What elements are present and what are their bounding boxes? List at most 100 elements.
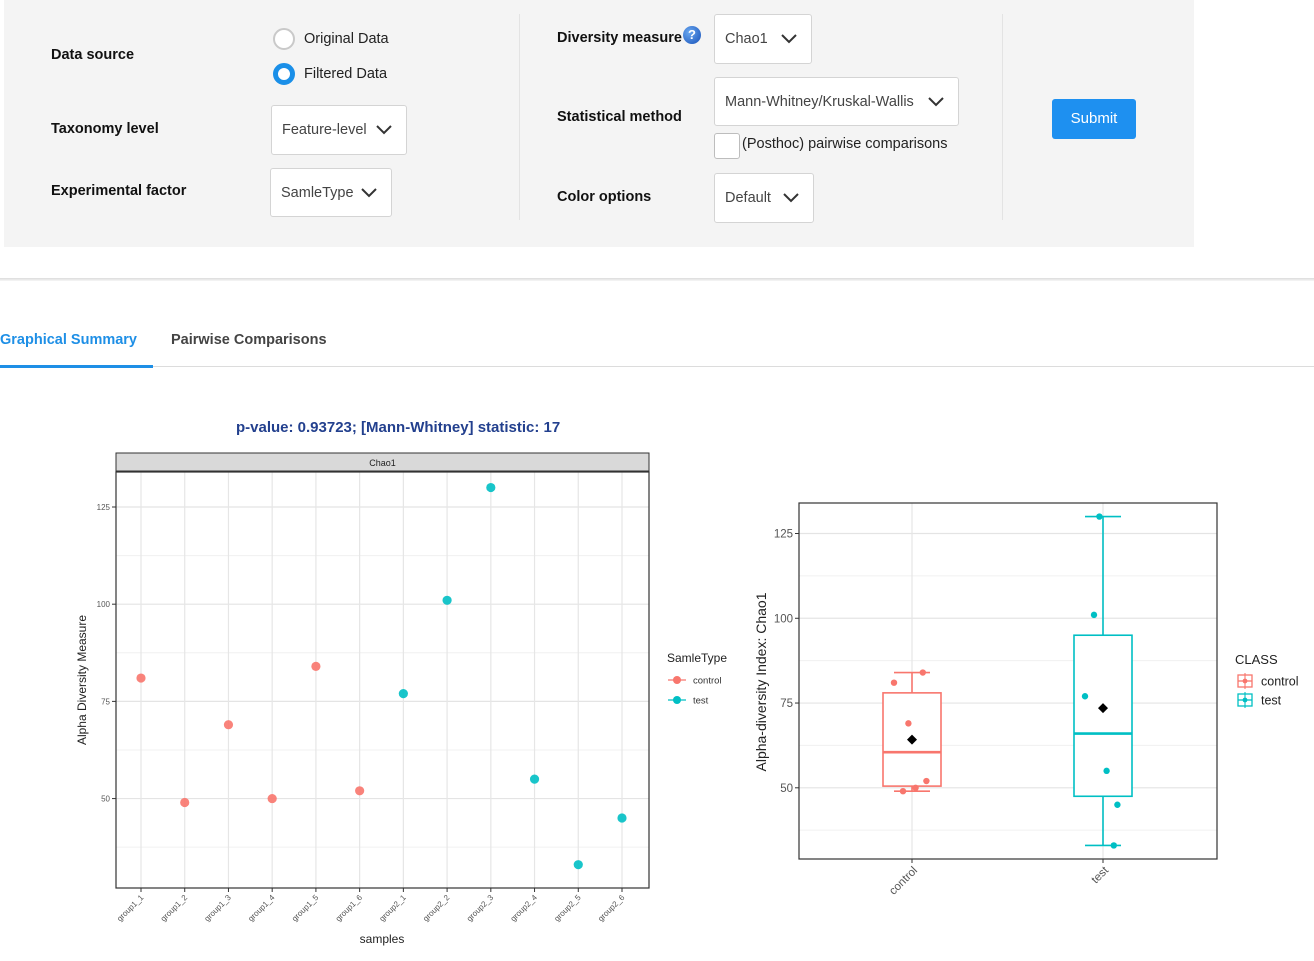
taxonomy-level-label: Taxonomy level <box>51 121 159 137</box>
legend-title: SamleType <box>667 651 727 665</box>
statistical-method-select[interactable]: Mann-Whitney/Kruskal-Wallis <box>714 77 959 126</box>
data-point <box>919 669 926 676</box>
chevron-down-icon <box>361 187 377 197</box>
chevron-down-icon <box>928 96 944 106</box>
data-point <box>905 720 912 727</box>
original-data-radio[interactable] <box>273 28 295 50</box>
data-point <box>899 787 907 795</box>
y-tick-label: 125 <box>774 529 793 541</box>
color-options-label: Color options <box>557 189 652 205</box>
experimental-factor-select[interactable]: SamleType <box>270 168 392 217</box>
statistical-method-value: Mann-Whitney/Kruskal-Wallis <box>725 93 914 110</box>
y-tick-label: 100 <box>774 613 793 625</box>
legend-key-point <box>1242 678 1248 684</box>
data-point <box>267 793 277 804</box>
data-source-label: Data source <box>51 47 135 63</box>
experimental-factor-label: Experimental factor <box>51 183 187 199</box>
x-tick-label: group2_2 <box>421 893 452 924</box>
chevron-down-icon <box>781 34 797 44</box>
diversity-measure-label: Diversity measure <box>557 30 682 46</box>
section-divider <box>0 278 1314 281</box>
chevron-down-icon <box>783 193 799 203</box>
x-tick-label: group1_5 <box>290 893 321 924</box>
data-point <box>1114 801 1121 808</box>
plot-area <box>799 503 1217 859</box>
x-tick-label: group1_3 <box>203 893 234 924</box>
y-axis-label: Alpha Diversity Measure <box>75 615 89 745</box>
data-point <box>180 797 190 808</box>
legend-label: control <box>1261 675 1299 689</box>
x-tick-label: group2_6 <box>596 893 627 924</box>
y-tick-label: 75 <box>101 697 110 706</box>
tab-graphical-summary[interactable]: Graphical Summary <box>0 332 137 348</box>
diversity-measure-select[interactable]: Chao1 <box>714 14 812 64</box>
data-point <box>442 595 452 605</box>
tab-bar <box>0 366 1314 367</box>
color-options-value: Default <box>725 190 771 206</box>
original-data-label[interactable]: Original Data <box>304 31 389 47</box>
column-divider <box>519 14 520 220</box>
data-point <box>923 777 930 785</box>
y-tick-label: 125 <box>97 503 111 512</box>
y-axis-label: Alpha-diversity Index: Chao1 <box>753 592 769 771</box>
facet-title: Chao1 <box>369 458 396 468</box>
posthoc-checkbox[interactable] <box>714 133 740 159</box>
legend-key <box>673 676 681 684</box>
sample-diversity-chart: 50 75 100 125 group1_1 group1_2 group1_3 group1… <box>75 452 727 946</box>
data-point <box>573 860 583 870</box>
submit-button[interactable]: Submit <box>1052 99 1136 139</box>
posthoc-label[interactable]: (Posthoc) pairwise comparisons <box>742 136 948 152</box>
legend-label: test <box>1261 694 1282 708</box>
data-point <box>529 774 540 784</box>
y-tick-label: 75 <box>780 698 793 710</box>
x-tick-label: test <box>1090 864 1112 886</box>
y-tick-label: 50 <box>101 795 110 804</box>
y-tick-label: 50 <box>780 783 793 795</box>
color-options-select[interactable]: Default <box>714 173 814 223</box>
data-point <box>311 661 321 671</box>
x-tick-label: group2_3 <box>465 893 496 924</box>
active-tab-indicator <box>0 365 153 368</box>
data-point <box>223 720 234 730</box>
taxonomy-level-select[interactable]: Feature-level <box>271 105 407 155</box>
x-axis-label: samples <box>360 932 405 946</box>
x-tick-label: group1_1 <box>115 893 146 924</box>
experimental-factor-value: SamleType <box>281 184 354 201</box>
data-point <box>890 679 898 686</box>
data-point <box>486 482 496 493</box>
filtered-data-radio[interactable] <box>273 63 295 85</box>
tab-pairwise-comparisons[interactable]: Pairwise Comparisons <box>171 332 327 348</box>
legend-title: CLASS <box>1235 652 1278 667</box>
data-point <box>1081 693 1089 700</box>
legend-key <box>673 696 681 704</box>
x-tick-label: control <box>887 865 920 898</box>
chevron-down-icon <box>376 125 392 135</box>
x-tick-label: group2_4 <box>509 893 540 924</box>
data-point <box>136 673 146 683</box>
column-divider <box>1002 14 1003 220</box>
legend-key-point <box>1242 697 1248 703</box>
statistical-method-label: Statistical method <box>557 109 682 125</box>
diversity-measure-value: Chao1 <box>725 31 768 47</box>
data-point <box>1090 611 1098 619</box>
x-tick-label: group2_1 <box>378 893 409 924</box>
taxonomy-level-value: Feature-level <box>282 122 367 138</box>
filtered-data-label[interactable]: Filtered Data <box>304 66 387 82</box>
plot-area <box>116 472 649 888</box>
legend-label: control <box>693 676 722 687</box>
data-point <box>1096 513 1103 520</box>
x-tick-label: group1_2 <box>159 893 190 924</box>
data-point <box>912 784 919 791</box>
x-tick-label: group2_5 <box>552 893 583 924</box>
data-point <box>617 813 627 823</box>
x-tick-label: group1_6 <box>334 893 365 924</box>
data-point <box>1103 767 1110 775</box>
x-tick-label: group1_4 <box>246 893 277 924</box>
diversity-boxplot-chart: 50 75 100 125 control test Alpha-diversity Ind… <box>753 502 1299 898</box>
legend-label: test <box>693 696 709 707</box>
data-point <box>398 689 408 699</box>
box <box>1073 634 1133 798</box>
data-point <box>355 786 365 796</box>
data-point <box>1110 842 1118 849</box>
question-icon[interactable]: ? <box>683 26 701 44</box>
